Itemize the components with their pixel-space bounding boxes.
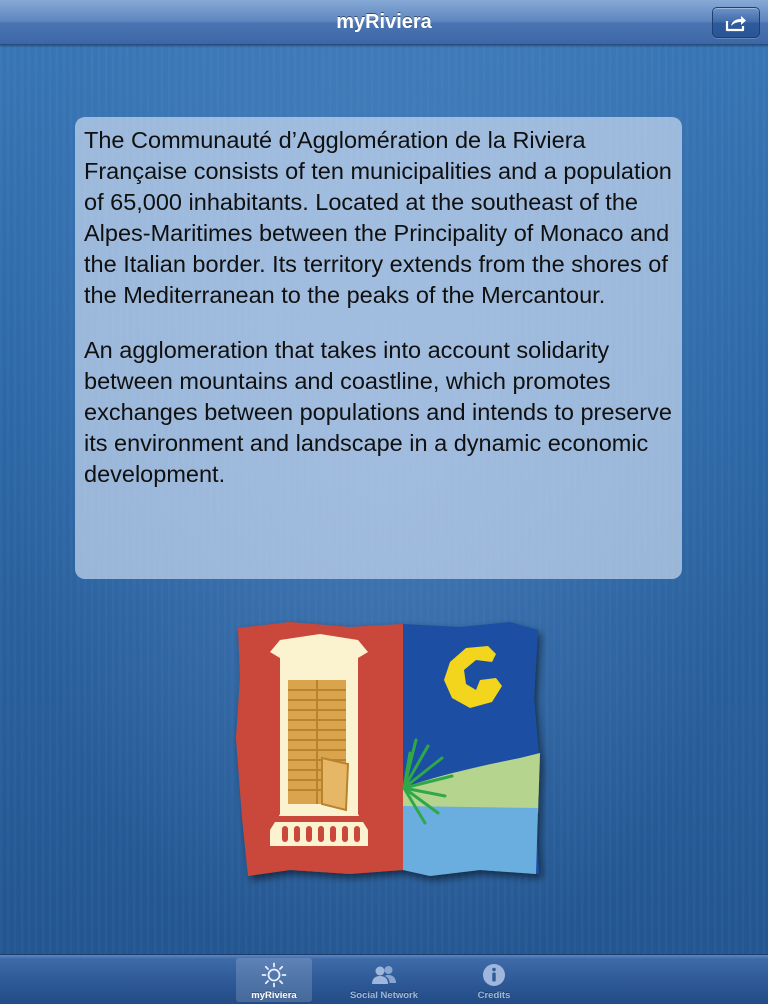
tab-social-network[interactable]: Social Network	[346, 958, 422, 1002]
tab-credits[interactable]: Credits	[456, 958, 532, 1002]
tab-label: myRiviera	[251, 990, 297, 1001]
description-paragraph-1: The Communauté d’Agglomération de la Riv…	[84, 127, 672, 308]
share-button[interactable]	[712, 7, 760, 38]
share-icon	[725, 15, 746, 31]
people-icon	[372, 966, 396, 984]
tab-label: Credits	[477, 990, 511, 1001]
description-panel: The Communauté d’Agglomération de la Riv…	[75, 117, 682, 579]
riviera-francaise-logo	[236, 622, 540, 876]
tab-bar: myRiviera Social Network Credits	[0, 954, 768, 1004]
info-icon	[483, 964, 505, 986]
description-paragraph-2: An agglomeration that takes into account…	[84, 337, 672, 487]
sun-icon	[261, 962, 287, 988]
tab-label: Social Network	[349, 990, 419, 1001]
navigation-bar: myRiviera	[0, 0, 768, 45]
tab-myriviera[interactable]: myRiviera	[236, 958, 312, 1002]
page-title: myRiviera	[336, 11, 432, 33]
